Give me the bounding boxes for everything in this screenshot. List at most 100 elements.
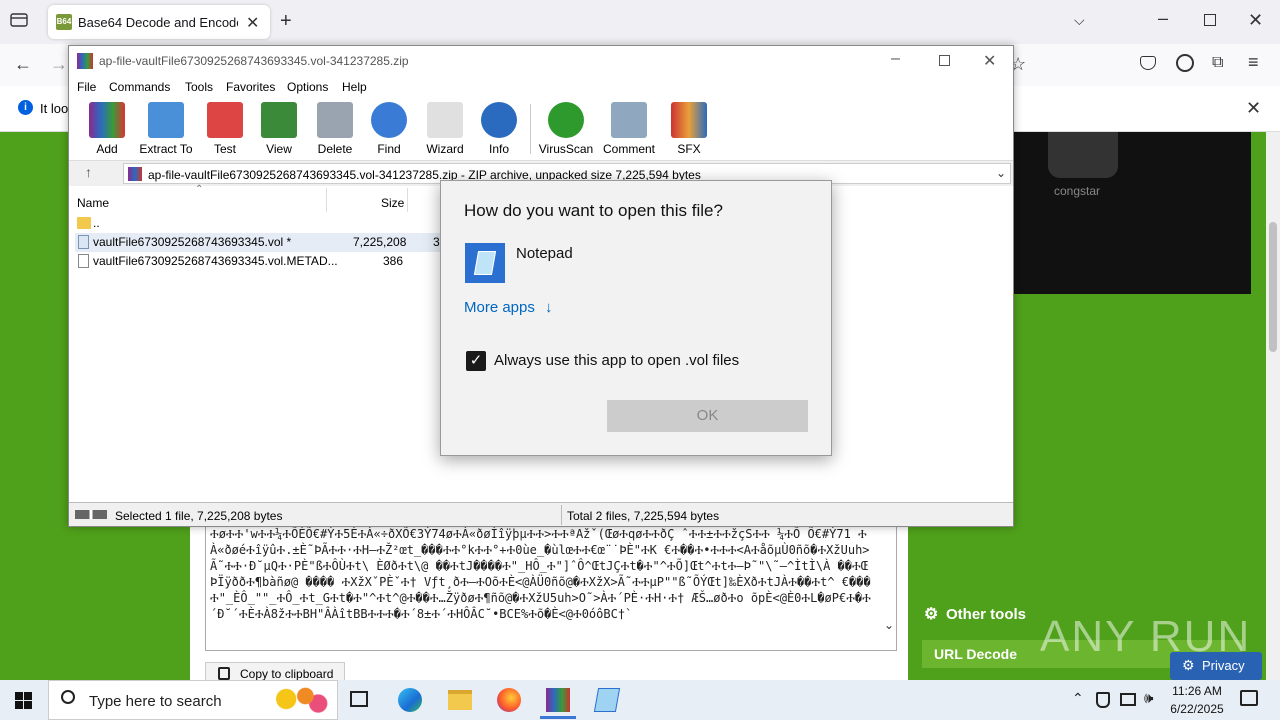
- sfx-box-icon: [671, 102, 707, 138]
- drive-icon: [75, 510, 107, 519]
- textarea-scroll-down-icon[interactable]: ⌄: [884, 618, 894, 632]
- ok-label: OK: [696, 407, 719, 424]
- column-name[interactable]: Name: [77, 196, 109, 210]
- folder-icon: [148, 102, 184, 138]
- network-icon[interactable]: [1120, 693, 1136, 706]
- notepad-app-icon: [465, 243, 505, 283]
- file-row-parent[interactable]: ..: [75, 214, 475, 233]
- winrar-titlebar[interactable]: ap-file-vaultFile6730925268743693345.vol…: [69, 46, 1013, 76]
- volume-icon[interactable]: 🕪: [1144, 690, 1153, 707]
- file-name: vaultFile6730925268743693345.vol.METAD..…: [93, 254, 338, 268]
- file-row-selected[interactable]: vaultFile6730925268743693345.vol * 7,225…: [75, 233, 475, 252]
- toolbar-find-label: Find: [377, 142, 401, 156]
- column-size[interactable]: Size: [381, 196, 404, 210]
- menu-commands[interactable]: Commands: [109, 80, 170, 94]
- winrar-close-icon[interactable]: ✕: [983, 51, 996, 71]
- book-icon: [261, 102, 297, 138]
- taskbar-search-box[interactable]: Type here to search: [48, 680, 338, 720]
- decoded-output-textarea[interactable]: ⰀøⰀⰀ'wⰀⰀ¼ⰀÕÈÕ€#ÝⰀ5ÈⰀÀ«÷ðXÕ€3Ý74øⰀÀ«ðøÌîÿ…: [205, 523, 897, 651]
- task-view-icon[interactable]: [350, 691, 368, 707]
- clipboard-icon: [218, 667, 230, 680]
- file-size: 7,225,208: [353, 235, 407, 249]
- winrar-minimize-icon[interactable]: –: [891, 50, 900, 68]
- clipboard-check-icon: [207, 102, 243, 138]
- winrar-taskbar-icon[interactable]: [546, 688, 570, 712]
- more-apps-link[interactable]: More apps ↓: [464, 299, 553, 316]
- toolbar-sfx-button[interactable]: SFX: [659, 102, 719, 156]
- file-row[interactable]: vaultFile6730925268743693345.vol.METAD..…: [75, 252, 475, 271]
- toolbar-add-button[interactable]: Add: [77, 102, 137, 156]
- browser-tab[interactable]: B64 Base64 Decode and Encode - O ✕: [48, 5, 270, 39]
- notepad-option[interactable]: Notepad: [464, 241, 804, 285]
- path-dropdown-icon[interactable]: ⌄: [996, 166, 1006, 180]
- browser-tab-bar: B64 Base64 Decode and Encode - O ✕ + ⌵ –…: [0, 0, 1280, 44]
- page-scrollbar[interactable]: [1266, 132, 1280, 680]
- toolbar-virusscan-button[interactable]: VirusScan: [536, 102, 596, 156]
- toolbar-comment-button[interactable]: Comment: [599, 102, 659, 156]
- menu-icon[interactable]: ≡: [1248, 52, 1259, 73]
- menu-file[interactable]: File: [77, 80, 96, 94]
- status-total: Total 2 files, 7,225,594 bytes: [567, 509, 720, 523]
- clock-time[interactable]: 11:26 AM: [1168, 684, 1226, 698]
- notification-close-icon[interactable]: ✕: [1246, 98, 1261, 119]
- winrar-menubar: File Commands Tools Favorites Options He…: [69, 76, 1013, 98]
- toolbar-info-button[interactable]: Info: [469, 102, 529, 156]
- up-arrow-icon[interactable]: ↑: [85, 164, 92, 180]
- always-use-checkbox[interactable]: ✓: [466, 351, 486, 371]
- close-icon[interactable]: ✕: [1248, 10, 1263, 31]
- file-name: vaultFile6730925268743693345.vol *: [93, 235, 292, 249]
- restore-icon[interactable]: [1204, 14, 1216, 26]
- menu-favorites[interactable]: Favorites: [226, 80, 275, 94]
- start-windows-icon[interactable]: [15, 692, 32, 709]
- tab-overflow-chevron-icon[interactable]: ⌵: [1074, 12, 1085, 29]
- file-size: 386: [383, 254, 404, 268]
- account-icon[interactable]: [1176, 54, 1194, 72]
- info-icon: i: [18, 100, 33, 115]
- column-divider: [326, 188, 327, 212]
- privacy-gear-icon: ⚙: [1182, 657, 1195, 673]
- toolbar-wizard-label: Wizard: [426, 142, 464, 156]
- add-archive-icon: [89, 102, 125, 138]
- tulips-icon: [267, 687, 331, 717]
- show-hidden-icons-chevron-icon[interactable]: ⌃: [1072, 690, 1084, 707]
- file-name: ..: [93, 216, 100, 230]
- scroll-thumb[interactable]: [1269, 222, 1277, 352]
- file-explorer-icon[interactable]: [448, 690, 472, 710]
- winrar-maximize-icon[interactable]: [939, 55, 950, 66]
- back-arrow-icon[interactable]: ←: [14, 54, 32, 75]
- toolbar-extract-button[interactable]: Extract To: [136, 102, 196, 156]
- toolbar-find-button[interactable]: Find: [359, 102, 419, 156]
- clock-date[interactable]: 6/22/2025: [1164, 702, 1230, 716]
- menu-help[interactable]: Help: [342, 80, 367, 94]
- toolbar-test-button[interactable]: Test: [195, 102, 255, 156]
- toolbar-wizard-button[interactable]: Wizard: [415, 102, 475, 156]
- notifications-icon[interactable]: [1240, 690, 1258, 706]
- ok-button[interactable]: OK: [607, 400, 808, 432]
- menu-tools[interactable]: Tools: [185, 80, 213, 94]
- tab-list-icon[interactable]: [10, 12, 28, 28]
- toolbar-divider: [530, 104, 531, 154]
- new-tab-icon[interactable]: +: [280, 10, 292, 33]
- security-icon[interactable]: [1096, 692, 1110, 708]
- search-placeholder: Type here to search: [89, 693, 222, 710]
- notepad-label: Notepad: [516, 245, 573, 262]
- minimize-icon[interactable]: –: [1158, 8, 1168, 29]
- toolbar-virusscan-label: VirusScan: [538, 142, 594, 156]
- privacy-button[interactable]: ⚙ Privacy: [1170, 652, 1262, 680]
- comment-icon: [611, 102, 647, 138]
- forward-arrow-icon[interactable]: →: [50, 54, 68, 75]
- toolbar-view-button[interactable]: View: [249, 102, 309, 156]
- tab-title: Base64 Decode and Encode - O: [78, 15, 238, 30]
- pocket-icon[interactable]: [1140, 56, 1156, 70]
- extensions-icon[interactable]: ⧉: [1212, 54, 1223, 72]
- toolbar-delete-button[interactable]: Delete: [305, 102, 365, 156]
- ad-box[interactable]: congstar: [1014, 132, 1251, 294]
- menu-options[interactable]: Options: [287, 80, 328, 94]
- file-icon: [78, 254, 89, 268]
- firefox-icon[interactable]: [497, 688, 521, 712]
- toolbar-extract-label: Extract To: [139, 142, 193, 156]
- edge-icon[interactable]: [398, 688, 422, 712]
- bug-scan-icon: [548, 102, 584, 138]
- tab-close-icon[interactable]: ✕: [246, 13, 259, 33]
- notepad-taskbar-icon[interactable]: [593, 688, 621, 712]
